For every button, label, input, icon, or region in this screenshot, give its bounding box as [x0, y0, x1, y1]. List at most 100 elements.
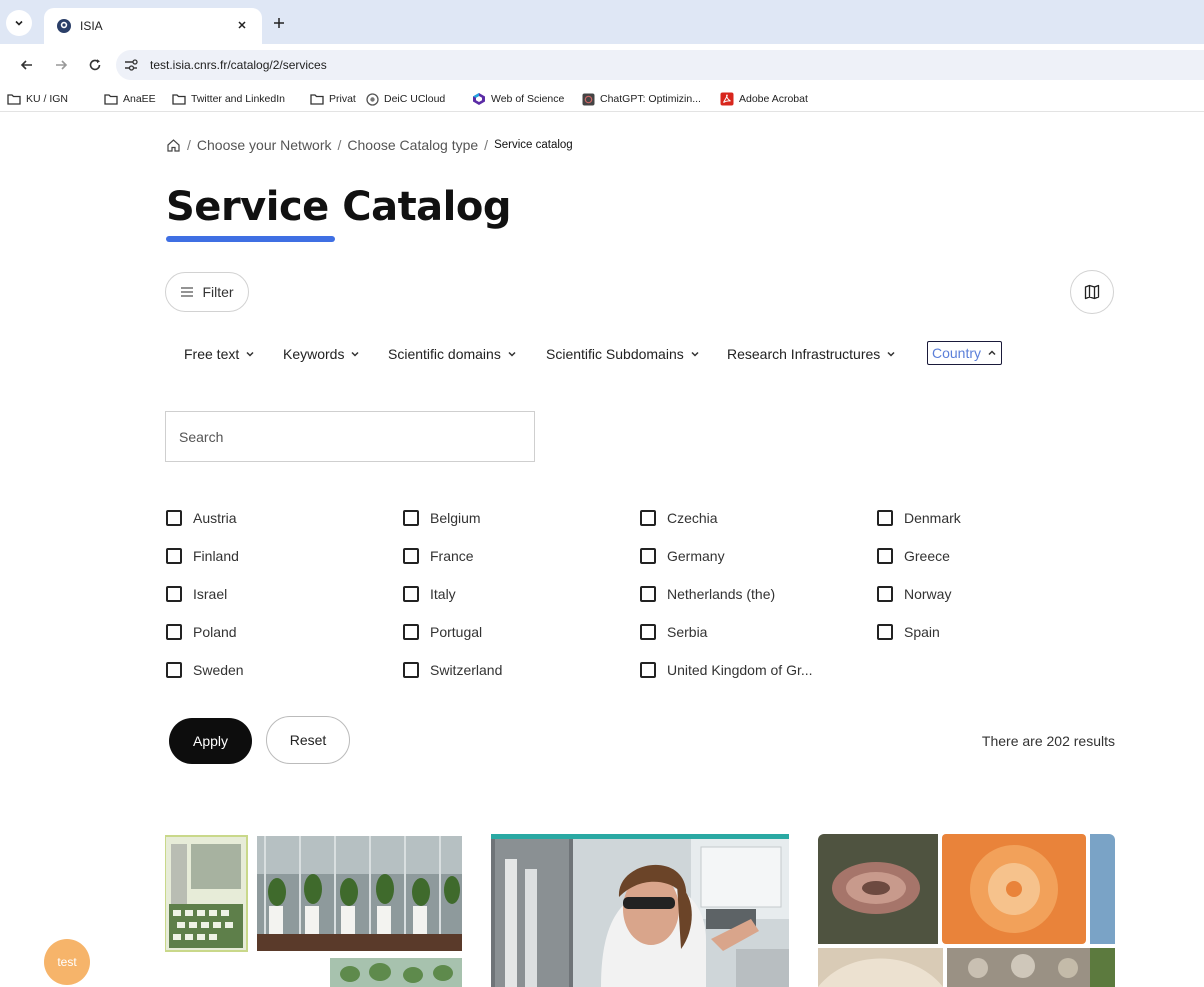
country-checkbox-austria[interactable]: Austria	[166, 508, 237, 528]
bookmark-web-of-science[interactable]: Web of Science	[472, 91, 564, 107]
bookmark-privat[interactable]: Privat	[310, 91, 356, 107]
checkbox[interactable]	[640, 662, 656, 678]
checkbox[interactable]	[640, 548, 656, 564]
filter-scientific-domains[interactable]: Scientific domains	[388, 343, 517, 365]
country-checkbox-united-kingdom[interactable]: United Kingdom of Gr...	[640, 660, 813, 680]
bookmark-chatgpt[interactable]: ChatGPT: Optimizin...	[582, 91, 701, 107]
breadcrumb-current: Service catalog	[494, 139, 573, 151]
chevron-up-icon	[988, 350, 996, 356]
new-tab-button[interactable]	[270, 14, 288, 32]
bookmark-anaee[interactable]: AnaEE	[104, 91, 156, 107]
country-checkbox-netherlands[interactable]: Netherlands (the)	[640, 584, 775, 604]
country-label: Spain	[904, 624, 940, 640]
checkbox[interactable]	[877, 624, 893, 640]
bookmark-adobe-acrobat[interactable]: Adobe Acrobat	[720, 91, 808, 107]
tab-search-button[interactable]	[6, 10, 32, 36]
user-avatar[interactable]: test	[44, 939, 90, 985]
bookmark-ku-ign[interactable]: KU / IGN	[7, 91, 68, 107]
checkbox[interactable]	[166, 662, 182, 678]
country-checkbox-poland[interactable]: Poland	[166, 622, 237, 642]
home-icon[interactable]	[166, 138, 181, 153]
map-icon	[1084, 284, 1100, 300]
country-checkbox-serbia[interactable]: Serbia	[640, 622, 707, 642]
country-checkbox-greece[interactable]: Greece	[877, 546, 950, 566]
checkbox[interactable]	[640, 510, 656, 526]
country-checkbox-spain[interactable]: Spain	[877, 622, 940, 642]
filter-label: Scientific Subdomains	[546, 346, 684, 362]
country-checkbox-sweden[interactable]: Sweden	[166, 660, 244, 680]
checkbox[interactable]	[403, 510, 419, 526]
breadcrumb-choose-network[interactable]: Choose your Network	[197, 137, 332, 153]
checkbox[interactable]	[403, 624, 419, 640]
breadcrumb: / Choose your Network / Choose Catalog t…	[166, 135, 573, 155]
checkbox[interactable]	[877, 586, 893, 602]
bookmark-label: Twitter and LinkedIn	[191, 93, 285, 105]
country-checkbox-portugal[interactable]: Portugal	[403, 622, 482, 642]
folder-icon	[7, 94, 21, 105]
checkbox[interactable]	[403, 662, 419, 678]
address-bar[interactable]: test.isia.cnrs.fr/catalog/2/services	[116, 50, 1204, 80]
results-count: There are 202 results	[981, 733, 1115, 749]
country-checkbox-denmark[interactable]: Denmark	[877, 508, 961, 528]
checkbox[interactable]	[877, 510, 893, 526]
isia-favicon-icon	[57, 19, 71, 33]
apply-button[interactable]: Apply	[169, 718, 252, 764]
filter-free-text[interactable]: Free text	[184, 343, 255, 365]
bookmark-twitter-linkedin[interactable]: Twitter and LinkedIn	[172, 91, 285, 107]
checkbox[interactable]	[640, 624, 656, 640]
country-label: Finland	[193, 548, 239, 564]
forward-button[interactable]	[52, 56, 70, 74]
filter-scientific-subdomains[interactable]: Scientific Subdomains	[546, 343, 700, 365]
acrobat-icon	[720, 92, 734, 106]
country-label: Serbia	[667, 624, 708, 640]
plus-icon	[274, 18, 284, 28]
filter-research-infrastructures[interactable]: Research Infrastructures	[727, 343, 896, 365]
checkbox[interactable]	[403, 586, 419, 602]
country-label: Netherlands (the)	[667, 586, 776, 602]
breadcrumb-choose-catalog-type[interactable]: Choose Catalog type	[347, 137, 478, 153]
country-checkbox-germany[interactable]: Germany	[640, 546, 725, 566]
map-view-button[interactable]	[1070, 270, 1114, 314]
bookmark-deic-ucloud[interactable]: DeiC UCloud	[366, 91, 445, 107]
back-button[interactable]	[18, 56, 36, 74]
country-checkbox-italy[interactable]: Italy	[403, 584, 456, 604]
country-checkbox-finland[interactable]: Finland	[166, 546, 239, 566]
filter-button-label: Filter	[202, 284, 234, 300]
close-icon	[238, 21, 246, 29]
checkbox[interactable]	[877, 548, 893, 564]
checkbox[interactable]	[166, 548, 182, 564]
checkbox[interactable]	[166, 510, 182, 526]
country-checkbox-israel[interactable]: Israel	[166, 584, 227, 604]
filter-country[interactable]: Country	[927, 341, 1003, 365]
url-text: test.isia.cnrs.fr/catalog/2/services	[150, 58, 327, 72]
country-label: Germany	[667, 548, 725, 564]
checkbox[interactable]	[166, 586, 182, 602]
checkbox[interactable]	[166, 624, 182, 640]
arrow-right-icon	[56, 60, 68, 70]
filter-label: Free text	[184, 346, 240, 362]
filter-button[interactable]: Filter	[165, 272, 249, 312]
country-search-field[interactable]	[165, 411, 535, 462]
filter-keywords[interactable]: Keywords	[283, 343, 360, 365]
country-checkbox-switzerland[interactable]: Switzerland	[403, 660, 502, 680]
checkbox[interactable]	[640, 586, 656, 602]
checkbox[interactable]	[403, 548, 419, 564]
country-checkbox-belgium[interactable]: Belgium	[403, 508, 481, 528]
country-checkbox-france[interactable]: France	[403, 546, 474, 566]
reset-button[interactable]: Reset	[266, 716, 350, 764]
service-card-image-plants[interactable]	[165, 834, 462, 987]
country-checkbox-norway[interactable]: Norway	[877, 584, 951, 604]
ucloud-icon	[366, 92, 379, 106]
filter-lines-icon	[181, 287, 194, 297]
close-tab-button[interactable]	[234, 17, 250, 33]
country-label: Poland	[193, 624, 237, 640]
country-checkbox-czechia[interactable]: Czechia	[640, 508, 718, 528]
country-label: Austria	[193, 510, 237, 526]
reload-button[interactable]	[86, 56, 104, 74]
country-search-input[interactable]	[166, 412, 534, 461]
service-card-image-fungi[interactable]	[818, 834, 1115, 987]
country-label: Israel	[193, 586, 228, 602]
service-card-image-lab[interactable]	[491, 834, 789, 987]
chevron-down-icon	[246, 351, 254, 357]
browser-tab[interactable]: ISIA	[44, 8, 262, 44]
